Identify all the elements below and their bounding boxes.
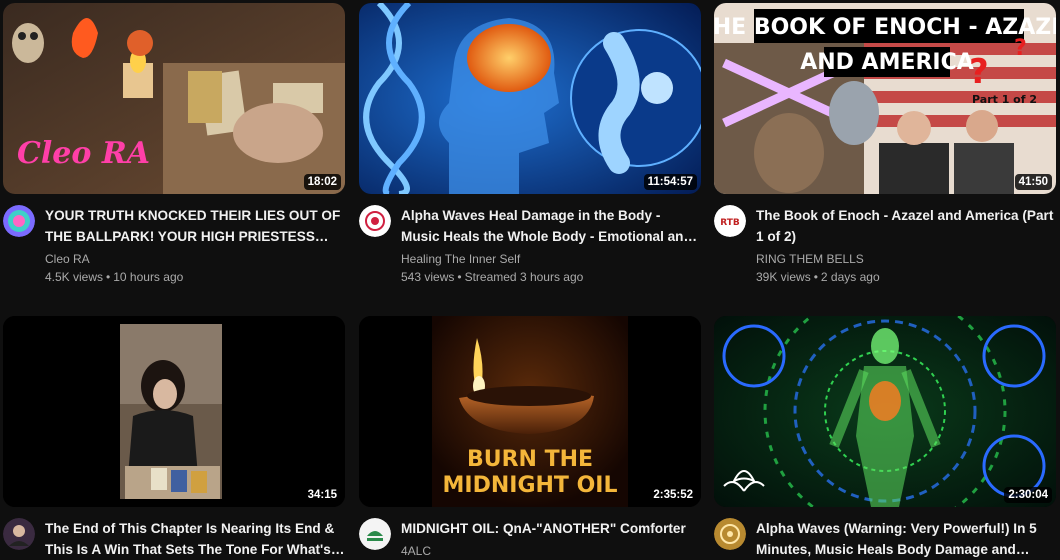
channel-avatar[interactable] <box>3 518 35 550</box>
thumbnail-line-2: MIDNIGHT OIL <box>443 473 618 498</box>
thumbnail-line-1: BURN THE <box>467 447 593 472</box>
view-count: 39K views <box>756 270 811 284</box>
channel-name[interactable]: Healing The Inner Self <box>401 250 701 268</box>
thumbnail-image: BURN THE MIDNIGHT OIL <box>359 316 701 507</box>
channel-name[interactable]: RING THEM BELLS <box>756 250 1056 268</box>
video-card[interactable]: 34:15 The End of This Chapter Is Nearing… <box>3 316 345 560</box>
video-title[interactable]: YOUR TRUTH KNOCKED THEIR LIES OUT OF THE… <box>45 205 345 247</box>
video-thumbnail[interactable]: 34:15 <box>3 316 345 507</box>
thumbnail-image <box>3 316 345 507</box>
upload-age: Streamed 3 hours ago <box>464 270 584 284</box>
video-card[interactable]: 11:54:57 Alpha Waves Heal Damage in the … <box>359 3 701 286</box>
video-duration: 11:54:57 <box>643 174 697 190</box>
video-thumbnail[interactable]: 11:54:57 <box>359 3 701 194</box>
video-duration: 41:50 <box>1014 174 1052 190</box>
video-title[interactable]: Alpha Waves (Warning: Very Powerful!) In… <box>756 518 1056 560</box>
video-thumbnail[interactable]: THE BOOK OF ENOCH - AZAZEL AND AMERICA P… <box>714 3 1056 194</box>
video-title[interactable]: Alpha Waves Heal Damage in the Body - Mu… <box>401 205 701 247</box>
upload-age: 2 days ago <box>820 270 880 284</box>
video-card[interactable]: 2:30:04 Alpha Waves (Warning: Very Power… <box>714 316 1056 560</box>
video-card[interactable]: THE BOOK OF ENOCH - AZAZEL AND AMERICA P… <box>714 3 1056 286</box>
video-card[interactable]: BURN THE MIDNIGHT OIL 2:35:52 MIDNIGHT O… <box>359 316 701 560</box>
video-duration: 2:35:52 <box>649 487 697 503</box>
view-count: 4.5K views <box>45 270 104 284</box>
thumbnail-image <box>359 3 701 194</box>
thumbnail-title-line-2: AND AMERICA <box>800 50 974 75</box>
video-stats: 4.5K views • 10 hours ago <box>45 268 345 286</box>
thumbnail-image: THE BOOK OF ENOCH - AZAZEL AND AMERICA P… <box>714 3 1056 194</box>
upload-age: 10 hours ago <box>113 270 184 284</box>
channel-avatar[interactable] <box>359 205 391 237</box>
separator-dot: • <box>457 270 462 284</box>
thumbnail-title-line-1: THE BOOK OF ENOCH - AZAZEL <box>714 15 1056 40</box>
separator-dot: • <box>813 270 818 284</box>
svg-text:?: ? <box>969 52 989 92</box>
video-duration: 34:15 <box>303 487 341 503</box>
video-stats: 39K views • 2 days ago <box>756 268 1056 286</box>
svg-text:?: ? <box>1014 36 1027 61</box>
thumbnail-part-label: Part 1 of 2 <box>972 93 1037 106</box>
video-title[interactable]: The Book of Enoch - Azazel and America (… <box>756 205 1056 247</box>
video-title[interactable]: The End of This Chapter Is Nearing Its E… <box>45 518 345 560</box>
video-title[interactable]: MIDNIGHT OIL: QnA-"ANOTHER" Comforter <box>401 518 701 539</box>
separator-dot: • <box>106 270 111 284</box>
video-thumbnail[interactable]: Cleo RA 18:02 <box>3 3 345 194</box>
thumbnail-logo-text: Cleo RA <box>17 136 150 171</box>
video-stats: 543 views • Streamed 3 hours ago <box>401 268 701 286</box>
channel-avatar[interactable]: RTB <box>714 205 746 237</box>
video-thumbnail[interactable]: 2:30:04 <box>714 316 1056 507</box>
svg-text:RTB: RTB <box>720 218 740 228</box>
channel-avatar[interactable] <box>3 205 35 237</box>
video-duration: 18:02 <box>303 174 341 190</box>
channel-name[interactable]: Cleo RA <box>45 250 345 268</box>
channel-avatar[interactable] <box>714 518 746 550</box>
view-count: 543 views <box>401 270 455 284</box>
thumbnail-image <box>714 316 1056 507</box>
video-thumbnail[interactable]: BURN THE MIDNIGHT OIL 2:35:52 <box>359 316 701 507</box>
channel-avatar[interactable] <box>359 518 391 550</box>
video-duration: 2:30:04 <box>1004 487 1052 503</box>
video-card[interactable]: Cleo RA 18:02 YOUR TRUTH KNOCKED THEIR L… <box>3 3 345 286</box>
channel-name[interactable]: 4ALC <box>401 542 701 560</box>
thumbnail-image: Cleo RA <box>3 3 345 194</box>
